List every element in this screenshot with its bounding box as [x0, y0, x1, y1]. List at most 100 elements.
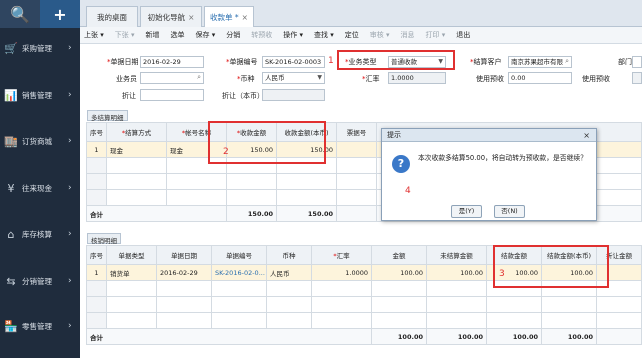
distribute-button[interactable]: 分销	[226, 30, 240, 40]
cell[interactable]: 销货单	[106, 264, 157, 281]
chevron-right-icon: ›	[68, 321, 72, 331]
no-button[interactable]: 否(N)	[494, 205, 525, 218]
prepay2-label: 使用预收	[582, 75, 610, 83]
type-select[interactable]: 普通收款 ▼	[388, 56, 446, 68]
close-icon[interactable]: ×	[583, 129, 590, 142]
search-icon[interactable]: ⌕	[197, 73, 201, 82]
total-value: 100.00	[371, 328, 427, 345]
sidebar-item-retail[interactable]: 🏪 零售管理 ›	[0, 316, 80, 336]
dialog-title-bar: 提示 ×	[382, 129, 596, 142]
cell[interactable]: 100.00	[426, 264, 487, 281]
cell[interactable]: 2016-02-29	[156, 264, 212, 281]
cell[interactable]: 人民币	[266, 264, 312, 281]
dialog-title: 提示	[387, 131, 401, 139]
find-button[interactable]: 查找 ▾	[314, 30, 334, 40]
column-header: *汇率	[311, 245, 372, 265]
date-field[interactable]: 2016-02-29	[140, 56, 204, 68]
chevron-right-icon: ›	[68, 136, 72, 146]
bill-link[interactable]: SK-2016-02-0...	[211, 264, 267, 281]
sidebar-item-purchase[interactable]: 🛒 采购管理 ›	[0, 38, 80, 58]
staff-field[interactable]: ⌕	[140, 72, 204, 84]
sidebar-item-sales[interactable]: 📊 销售管理 ›	[0, 85, 80, 105]
customer-label: *结算客户	[470, 58, 502, 66]
operation-button[interactable]: 操作 ▾	[283, 30, 303, 40]
share-icon: ⇆	[6, 274, 16, 288]
locate-button[interactable]: 定位	[345, 30, 359, 40]
dept-label: 部门	[618, 58, 632, 66]
column-header: *结算方式	[106, 122, 167, 142]
toolbar: 上张 ▾ 下张 ▾ 新增 选单 保存 ▾ 分销 转预收 操作 ▾ 查找 ▾ 定位…	[80, 27, 642, 44]
chevron-right-icon: ›	[68, 183, 72, 193]
cell[interactable]: 现金	[106, 141, 167, 158]
table-row[interactable]	[86, 312, 642, 329]
chevron-down-icon: ▼	[438, 58, 443, 65]
annotation-marker-2: 2	[223, 147, 229, 157]
prev-button[interactable]: 上张 ▾	[84, 30, 104, 40]
sidebar-item-label: 库存核算	[22, 229, 52, 239]
close-icon[interactable]: ×	[188, 13, 194, 22]
column-header: 票据号	[336, 122, 377, 142]
search-icon[interactable]: ⌕	[565, 57, 569, 66]
cell[interactable]: 1.0000	[311, 264, 372, 281]
cell[interactable]	[336, 141, 377, 158]
rate-field[interactable]: 1.0000	[388, 72, 446, 84]
print-button[interactable]: 打印 ▾	[426, 30, 446, 40]
discount-local-field[interactable]	[262, 89, 325, 101]
search-icon[interactable]: 🔍	[0, 0, 40, 28]
tab-label: 初始化导航	[147, 12, 186, 22]
total-label: 合计	[86, 328, 372, 345]
highlight-box-verify	[493, 245, 609, 288]
tab-bar: 我的桌面 初始化导航 × 收款单 * ×	[80, 0, 642, 27]
currency-select[interactable]: 人民币 ▼	[262, 72, 325, 84]
question-icon: ?	[392, 155, 410, 173]
yes-button[interactable]: 是(Y)	[451, 205, 482, 218]
tab-desktop[interactable]: 我的桌面	[86, 6, 138, 27]
prepay-label: 使用预收	[476, 75, 504, 83]
tab-init-nav[interactable]: 初始化导航 ×	[140, 6, 202, 27]
currency-label: *币种	[237, 75, 255, 83]
confirm-dialog: 提示 × ? 本次收款多结算50.00，将自动转为预收款，是否继续？ 4 是(Y…	[381, 128, 597, 221]
table-row[interactable]	[86, 296, 642, 313]
sidebar-item-mall[interactable]: 🏬 订货商城 ›	[0, 131, 80, 151]
select-bill-button[interactable]: 选单	[171, 30, 185, 40]
prepay2-field[interactable]	[632, 72, 642, 84]
sidebar-item-inventory[interactable]: ⌂ 库存核算 ›	[0, 224, 80, 244]
row-number: 1	[86, 141, 107, 158]
billno-field[interactable]: SK-2016-02-0003	[262, 56, 325, 68]
dept-field[interactable]	[632, 56, 642, 68]
tab-receipt[interactable]: 收款单 * ×	[204, 6, 254, 27]
audit-button[interactable]: 审核 ▾	[370, 30, 390, 40]
new-button[interactable]: 新增	[146, 30, 160, 40]
settle-section-tab[interactable]: 多结算明细	[87, 110, 128, 122]
sidebar-item-label: 订货商城	[22, 136, 52, 146]
annotation-marker-1: 1	[328, 56, 334, 66]
store-icon: 🏬	[4, 134, 18, 148]
close-icon[interactable]: ×	[242, 13, 248, 22]
prepay-field[interactable]: 0.00	[508, 72, 572, 84]
total-amount: 150.00	[226, 205, 277, 222]
shop-icon: 🏪	[4, 319, 18, 333]
total-row: 合计 100.00 100.00 100.00 100.00	[86, 328, 642, 345]
billno-label: *单据编号	[226, 58, 258, 66]
sidebar-item-distribution[interactable]: ⇆ 分销管理 ›	[0, 271, 80, 291]
column-header: 单据类型	[106, 245, 157, 265]
sidebar-item-label: 采购管理	[22, 43, 52, 53]
sidebar-item-label: 往来现金	[22, 183, 52, 193]
tab-label: 收款单 *	[210, 12, 239, 22]
to-prepay-button[interactable]: 转预收	[251, 30, 272, 40]
highlight-box-amount	[208, 121, 326, 164]
sidebar-item-label: 销售管理	[22, 90, 52, 100]
sidebar-item-cash[interactable]: ¥ 往来现金 ›	[0, 178, 80, 198]
save-button[interactable]: 保存 ▾	[196, 30, 216, 40]
message-button[interactable]: 消息	[401, 30, 415, 40]
add-icon[interactable]: +	[40, 0, 80, 28]
discount-field[interactable]	[140, 89, 204, 101]
verify-section-tab[interactable]: 核销明细	[87, 233, 121, 245]
chevron-right-icon: ›	[68, 276, 72, 286]
yuan-icon: ¥	[7, 181, 15, 195]
exit-button[interactable]: 退出	[456, 30, 470, 40]
next-button[interactable]: 下张 ▾	[115, 30, 135, 40]
cell[interactable]: 100.00	[371, 264, 427, 281]
column-header: 未结算金额	[426, 245, 487, 265]
customer-field[interactable]: 南京苏果超市有限 ⌕	[508, 56, 572, 68]
